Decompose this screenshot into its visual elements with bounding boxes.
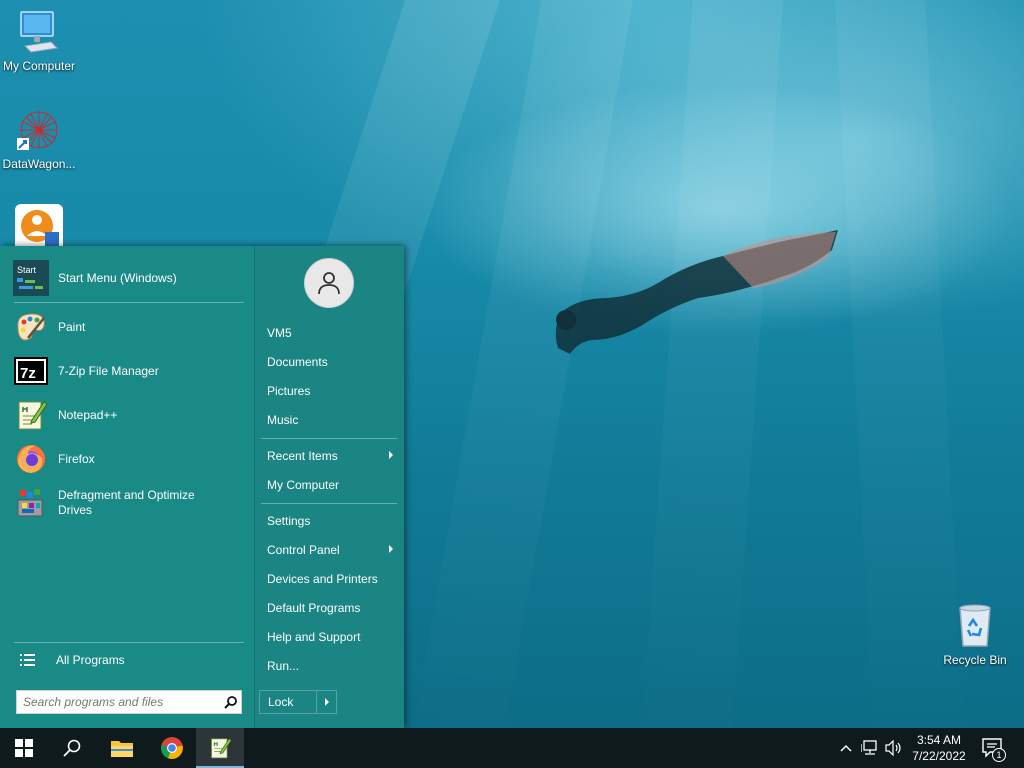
clock-time: 3:54 AM xyxy=(916,733,962,747)
menu-item-label: VM5 xyxy=(267,326,292,340)
search-icon xyxy=(223,695,237,709)
svg-text:7z: 7z xyxy=(20,365,36,382)
start-menu-app-icon: Start xyxy=(12,259,50,297)
menu-item-my-computer[interactable]: My Computer xyxy=(261,473,397,497)
desktop-icon-recycle-bin[interactable]: Recycle Bin xyxy=(936,602,1014,667)
start-menu-places-pane: VM5 Documents Pictures Music Recent Item… xyxy=(254,246,404,728)
separator xyxy=(14,642,244,643)
firefox-icon xyxy=(12,440,50,478)
desktop-icon-label: Recycle Bin xyxy=(943,653,1007,667)
program-label: Start Menu (Windows) xyxy=(58,270,177,285)
menu-item-music[interactable]: Music xyxy=(261,408,397,432)
search-box xyxy=(16,690,242,714)
menu-item-label: Devices and Printers xyxy=(267,572,378,586)
menu-item-pictures[interactable]: Pictures xyxy=(261,379,397,403)
program-item-7zip[interactable]: 7z 7-Zip File Manager xyxy=(8,351,246,391)
desktop-icon-label: DataWagon... xyxy=(2,157,76,171)
chrome-icon xyxy=(161,737,183,759)
pinned-start-menu-windows[interactable]: Start Start Menu (Windows) xyxy=(8,258,246,298)
show-hidden-icons-button[interactable] xyxy=(836,738,856,758)
volume-tray-button[interactable] xyxy=(884,738,904,758)
user-icon xyxy=(318,272,340,295)
7zip-icon: 7z xyxy=(12,352,50,390)
network-tray-button[interactable] xyxy=(860,738,880,758)
desktop-icon-label: My Computer xyxy=(2,59,76,73)
menu-item-documents[interactable]: Documents xyxy=(261,350,397,374)
lock-button-group: Lock xyxy=(259,690,337,714)
chevron-up-icon xyxy=(840,744,852,752)
file-explorer-icon xyxy=(111,741,133,757)
taskbar-clock[interactable]: 3:54 AM 7/22/2022 xyxy=(906,732,972,764)
power-options-button[interactable] xyxy=(316,691,336,713)
menu-item-label: Pictures xyxy=(267,384,311,398)
notepadpp-icon xyxy=(12,396,50,434)
program-label: 7-Zip File Manager xyxy=(58,363,159,378)
program-label: Notepad++ xyxy=(58,407,118,422)
taskbar-chrome[interactable] xyxy=(148,728,196,768)
diver-silhouette xyxy=(555,230,838,354)
program-label: Firefox xyxy=(58,451,95,466)
program-item-firefox[interactable]: Firefox xyxy=(8,439,246,479)
list-icon xyxy=(20,654,35,666)
search-icon xyxy=(63,739,81,757)
desktop-icon-datawagon[interactable]: DataWagon... xyxy=(0,106,78,171)
datawagon-icon xyxy=(17,111,58,150)
paint-icon xyxy=(12,308,50,346)
clock-date: 7/22/2022 xyxy=(912,749,966,763)
windows-start-icon xyxy=(15,739,33,757)
lock-button[interactable]: Lock xyxy=(260,695,316,709)
all-programs-label: All Programs xyxy=(56,653,125,667)
menu-item-run[interactable]: Run... xyxy=(261,654,397,678)
search-button[interactable] xyxy=(219,691,241,713)
all-programs-button[interactable]: All Programs xyxy=(8,648,246,672)
network-icon xyxy=(861,740,877,755)
user-avatar[interactable] xyxy=(304,258,354,308)
separator xyxy=(261,438,397,439)
start-menu: Start Start Menu (Windows) Paint 7z 7-Zi… xyxy=(0,246,404,728)
menu-item-label: My Computer xyxy=(267,478,340,492)
menu-item-label: Help and Support xyxy=(267,630,361,644)
start-menu-programs-pane: Start Start Menu (Windows) Paint 7z 7-Zi… xyxy=(0,246,254,728)
program-label: Paint xyxy=(58,319,86,334)
program-item-paint[interactable]: Paint xyxy=(8,307,246,347)
taskbar-notepadpp[interactable] xyxy=(196,728,244,768)
menu-item-label: Music xyxy=(267,413,299,427)
menu-item-default-programs[interactable]: Default Programs xyxy=(261,596,397,620)
taskbar: 3:54 AM 7/22/2022 1 xyxy=(0,728,1024,768)
separator xyxy=(261,503,397,504)
start-button[interactable] xyxy=(0,728,48,768)
installer-icon xyxy=(15,204,63,252)
menu-item-devices-printers[interactable]: Devices and Printers xyxy=(261,567,397,591)
menu-item-label: Default Programs xyxy=(267,601,361,615)
program-label: Defragment and Optimize Drives xyxy=(58,488,195,517)
monitor-icon xyxy=(20,11,59,53)
notepadpp-icon xyxy=(211,738,232,759)
chevron-right-icon xyxy=(324,698,329,706)
menu-item-recent-items[interactable]: Recent Items xyxy=(261,444,397,468)
program-item-defrag[interactable]: Defragment and Optimize Drives xyxy=(8,483,246,523)
menu-item-label: Settings xyxy=(267,514,311,528)
svg-text:Start: Start xyxy=(17,265,37,275)
search-input[interactable] xyxy=(17,692,219,712)
menu-item-label: Control Panel xyxy=(267,543,340,557)
menu-item-user[interactable]: VM5 xyxy=(261,321,397,345)
submenu-arrow-icon xyxy=(389,545,393,553)
menu-item-control-panel[interactable]: Control Panel xyxy=(261,538,397,562)
menu-item-label: Run... xyxy=(267,659,300,673)
notification-count-badge: 1 xyxy=(992,748,1006,762)
desktop-icon-my-computer[interactable]: My Computer xyxy=(0,8,78,73)
menu-item-settings[interactable]: Settings xyxy=(261,509,397,533)
taskbar-search-button[interactable] xyxy=(48,728,96,768)
program-item-notepadpp[interactable]: Notepad++ xyxy=(8,395,246,435)
defrag-icon xyxy=(12,484,50,522)
menu-item-help-support[interactable]: Help and Support xyxy=(261,625,397,649)
menu-item-label: Documents xyxy=(267,355,328,369)
menu-item-label: Recent Items xyxy=(267,449,338,463)
speaker-icon xyxy=(885,740,901,756)
recycle-bin-icon xyxy=(959,604,991,647)
submenu-arrow-icon xyxy=(389,451,393,459)
separator xyxy=(14,302,244,303)
taskbar-file-explorer[interactable] xyxy=(98,728,146,768)
